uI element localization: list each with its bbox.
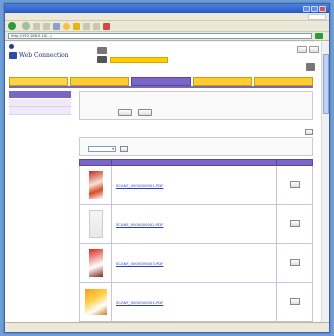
main-content: SCANF_0000000001.PDF SCANF_0000000002.PD…: [79, 91, 313, 322]
file-action-button[interactable]: [289, 298, 300, 305]
app-logo-icon: [9, 52, 17, 59]
table-row: SCANF_0000000001.PDF: [79, 165, 313, 205]
file-list-header: [79, 128, 313, 136]
close-button[interactable]: [319, 5, 326, 12]
file-thumbnail[interactable]: [88, 170, 103, 199]
brand-logo-icon: [9, 44, 14, 49]
scrollbar-thumb[interactable]: [323, 54, 329, 114]
mail-icon[interactable]: [93, 22, 100, 30]
file-action-button[interactable]: [289, 220, 300, 227]
sidebar: [9, 91, 71, 115]
sort-button[interactable]: [120, 146, 128, 152]
thumbnail-toggle-button[interactable]: [305, 129, 313, 135]
file-link[interactable]: SCANF_0000000004.PDF: [112, 300, 163, 305]
search-icon[interactable]: [63, 22, 70, 30]
box-info: [79, 91, 313, 120]
file-link[interactable]: SCANF_0000000001.PDF: [112, 183, 163, 188]
browser-toolbar: [5, 21, 329, 32]
main-tabs: [9, 77, 314, 86]
file-action-button[interactable]: [289, 181, 300, 188]
file-list-controls: [79, 137, 313, 156]
logo-area: Web Connection: [9, 44, 89, 61]
title-bar: [5, 4, 329, 13]
stop-icon[interactable]: [33, 22, 40, 30]
file-link[interactable]: SCANF_0000000003.PDF: [112, 261, 163, 266]
tab-box[interactable]: [131, 77, 191, 86]
file-action-button[interactable]: [289, 259, 300, 266]
table-row: SCANF_0000000004.PDF: [79, 282, 313, 322]
box-button-2[interactable]: [138, 109, 152, 116]
minimize-button[interactable]: [303, 5, 310, 12]
device-info: [97, 46, 197, 64]
logout-button[interactable]: [297, 46, 307, 53]
file-table: SCANF_0000000001.PDF SCANF_0000000002.PD…: [79, 159, 313, 322]
favorites-icon[interactable]: [73, 22, 80, 30]
file-thumbnail[interactable]: [84, 288, 107, 315]
printer-icon: [306, 63, 315, 71]
tab-address[interactable]: [253, 77, 314, 86]
sort-select[interactable]: [88, 146, 116, 152]
back-icon[interactable]: [8, 22, 16, 30]
device-status-bar: [110, 56, 168, 63]
help-button[interactable]: [309, 46, 319, 53]
box-button-1[interactable]: [118, 109, 132, 116]
file-link[interactable]: SCANF_0000000002.PDF: [112, 222, 163, 227]
app-name: Web Connection: [9, 52, 89, 59]
table-row: SCANF_0000000002.PDF: [79, 204, 313, 244]
device-status-icon: [97, 56, 107, 63]
forward-icon[interactable]: [22, 22, 30, 30]
file-thumbnail[interactable]: [88, 248, 103, 277]
tab-underline: [9, 86, 313, 88]
address-input[interactable]: http://192.168.0.10/.../: [8, 33, 312, 39]
table-row: SCANF_0000000003.PDF: [79, 243, 313, 283]
maximize-button[interactable]: [311, 5, 318, 12]
tab-system[interactable]: [9, 77, 69, 86]
brand: [9, 44, 89, 49]
status-bar: [5, 322, 329, 332]
home-icon[interactable]: [53, 22, 60, 30]
top-right-controls: [297, 46, 319, 53]
sidebar-item-0[interactable]: [9, 91, 71, 98]
browser-window: http://192.168.0.10/.../ Web Connection: [4, 3, 330, 333]
file-thumbnail[interactable]: [88, 209, 103, 238]
app-name-text: Web Connection: [19, 52, 69, 59]
sidebar-item-1[interactable]: [9, 99, 71, 107]
web-page: Web Connection ▾ SCANF_0000000001.PDF SC…: [5, 42, 323, 324]
menu-bar: [5, 13, 329, 21]
address-bar: http://192.168.0.10/.../: [5, 32, 329, 41]
vertical-scrollbar[interactable]: [321, 42, 329, 324]
history-icon[interactable]: [83, 22, 90, 30]
device-icon: [97, 47, 107, 54]
tab-direct-print[interactable]: [192, 77, 252, 86]
refresh-icon[interactable]: [43, 22, 50, 30]
sidebar-item-2[interactable]: [9, 107, 71, 115]
print-icon[interactable]: [103, 22, 110, 30]
go-icon[interactable]: [315, 33, 323, 39]
windows-logo: [308, 13, 326, 20]
tab-job[interactable]: [70, 77, 130, 86]
